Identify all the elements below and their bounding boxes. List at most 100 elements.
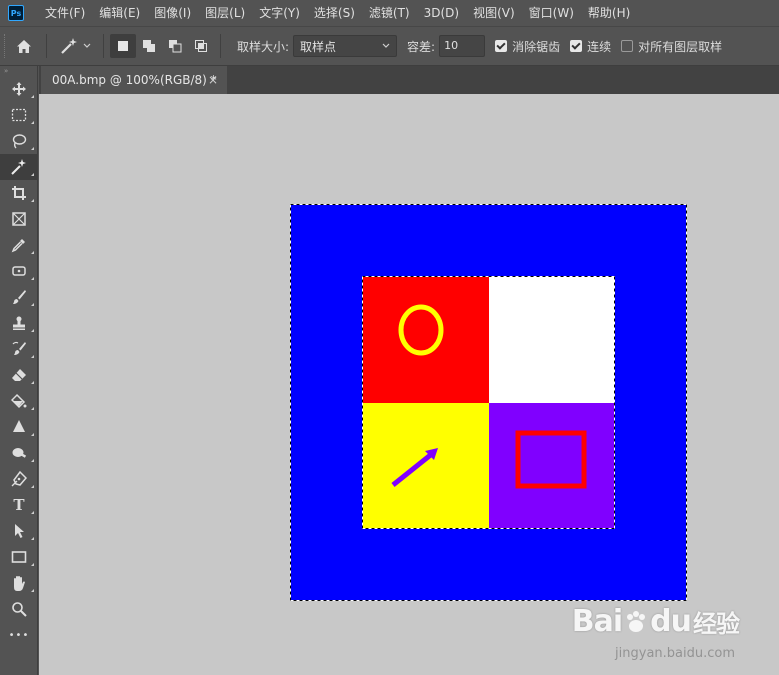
rectangle-icon	[11, 551, 27, 563]
tolerance-label: 容差:	[407, 39, 436, 54]
quadrant-purple	[489, 403, 614, 528]
add-to-selection-icon	[143, 40, 155, 52]
home-icon	[17, 39, 31, 53]
tolerance-input[interactable]: 10	[439, 35, 486, 57]
sample-size-value: 取样点	[300, 39, 337, 54]
photoshop-logo-icon[interactable]: Ps	[8, 5, 24, 21]
contiguous-check-icon[interactable]	[570, 40, 583, 52]
blur-tool[interactable]	[0, 414, 38, 440]
sample-size-label: 取样大小:	[237, 39, 290, 54]
hand-icon	[14, 575, 25, 591]
canvas-area[interactable]: Bai du 经验 jingyan.baidu.com	[39, 94, 779, 675]
tool-flyout-indicator	[31, 277, 34, 280]
anti-alias-label: 消除锯齿	[512, 39, 561, 54]
history-brush-icon	[12, 341, 26, 355]
tool-flyout-indicator	[31, 121, 34, 124]
frame-tool[interactable]	[0, 206, 38, 232]
tool-flyout-indicator	[31, 147, 34, 150]
contiguous-checkbox[interactable]: 连续	[570, 38, 611, 55]
tool-flyout-indicator	[31, 303, 34, 306]
hand-tool[interactable]	[0, 570, 38, 596]
eyedropper-tool[interactable]	[0, 232, 38, 258]
type-icon: T	[13, 496, 25, 514]
menu-type[interactable]: 文字(Y)	[252, 0, 307, 26]
rectangle-tool[interactable]	[0, 544, 38, 570]
contiguous-label: 连续	[587, 39, 612, 54]
watermark-logo: Bai du 经验	[571, 604, 740, 639]
quadrant-white	[489, 277, 614, 403]
menu-edit[interactable]: 编辑(E)	[92, 0, 147, 26]
anti-alias-check-icon[interactable]	[495, 40, 508, 52]
menu-layer[interactable]: 图层(L)	[198, 0, 252, 26]
watermark-bai: Bai	[571, 604, 623, 639]
brush-tool[interactable]	[0, 284, 38, 310]
menu-filter[interactable]: 滤镜(T)	[362, 0, 417, 26]
sample-all-layers-checkbox[interactable]: 对所有图层取样	[621, 38, 722, 55]
options-bar: 取样大小: 取样点 容差: 10 消除锯齿 连续 对所有图层取样	[0, 26, 779, 66]
type-tool[interactable]: T	[0, 492, 38, 518]
intersect-selection-icon	[195, 40, 207, 52]
rectangular-marquee-icon	[11, 108, 27, 122]
intersect-selection-button[interactable]	[188, 34, 214, 58]
tool-preset-picker[interactable]	[53, 32, 97, 60]
sample-size-select[interactable]: 取样点	[293, 35, 398, 57]
home-button[interactable]	[8, 32, 40, 60]
eraser-tool[interactable]	[0, 362, 38, 388]
magic-wand-tool[interactable]	[0, 154, 38, 180]
tool-flyout-indicator	[31, 95, 34, 98]
dodge-tool[interactable]	[0, 440, 38, 466]
tool-flyout-indicator	[31, 433, 34, 436]
new-selection-button[interactable]	[110, 34, 136, 58]
separator	[103, 34, 104, 58]
pen-tool[interactable]	[0, 466, 38, 492]
tool-flyout-indicator	[31, 355, 34, 358]
magic-wand-icon	[61, 38, 77, 54]
close-icon[interactable]: ×	[208, 73, 218, 87]
menu-select[interactable]: 选择(S)	[307, 0, 362, 26]
tool-flyout-indicator	[31, 459, 34, 462]
lasso-tool[interactable]	[0, 128, 38, 154]
document-tab-bar: 00A.bmp @ 100%(RGB/8) * ×	[39, 66, 779, 94]
more-tools-icon: •••	[8, 629, 30, 641]
anti-alias-checkbox[interactable]: 消除锯齿	[495, 38, 560, 55]
new-selection-icon	[118, 41, 128, 51]
blur-drop-icon	[13, 420, 25, 432]
crop-icon	[12, 186, 26, 200]
tool-flyout-indicator	[31, 329, 34, 332]
subtract-from-selection-button[interactable]	[162, 34, 188, 58]
magic-wand-icon	[11, 159, 26, 175]
path-selection-tool[interactable]	[0, 518, 38, 544]
dodge-icon	[12, 448, 27, 458]
document-image[interactable]	[290, 204, 687, 601]
path-selection-icon	[15, 524, 24, 538]
tool-flyout-indicator	[31, 251, 34, 254]
quadrant-red	[363, 277, 489, 403]
marquee-tool[interactable]	[0, 102, 38, 128]
clone-stamp-tool[interactable]	[0, 310, 38, 336]
sample-all-layers-check-icon[interactable]	[621, 40, 634, 52]
document-tab[interactable]: 00A.bmp @ 100%(RGB/8) * ×	[41, 66, 227, 94]
menu-image[interactable]: 图像(I)	[147, 0, 198, 26]
healing-brush-tool[interactable]	[0, 258, 38, 284]
subtract-from-selection-icon	[169, 40, 182, 53]
move-tool[interactable]	[0, 76, 38, 102]
edit-toolbar-button[interactable]: •••	[0, 622, 38, 648]
watermark-du: du	[650, 604, 692, 639]
tools-panel-collapse[interactable]: »	[0, 66, 37, 76]
add-to-selection-button[interactable]	[136, 34, 162, 58]
tool-flyout-indicator	[31, 407, 34, 410]
menu-view[interactable]: 视图(V)	[466, 0, 522, 26]
zoom-icon	[12, 602, 27, 617]
tools-panel: » T •••	[0, 66, 38, 675]
menu-window[interactable]: 窗口(W)	[522, 0, 581, 26]
history-brush-tool[interactable]	[0, 336, 38, 362]
pen-icon	[11, 471, 27, 487]
paint-bucket-tool[interactable]	[0, 388, 38, 414]
menu-3d[interactable]: 3D(D)	[417, 0, 466, 26]
zoom-tool[interactable]	[0, 596, 38, 622]
tool-flyout-indicator	[31, 589, 34, 592]
crop-tool[interactable]	[0, 180, 38, 206]
menu-help[interactable]: 帮助(H)	[581, 0, 637, 26]
menu-file[interactable]: 文件(F)	[38, 0, 92, 26]
watermark-jingyan: 经验	[693, 610, 740, 638]
